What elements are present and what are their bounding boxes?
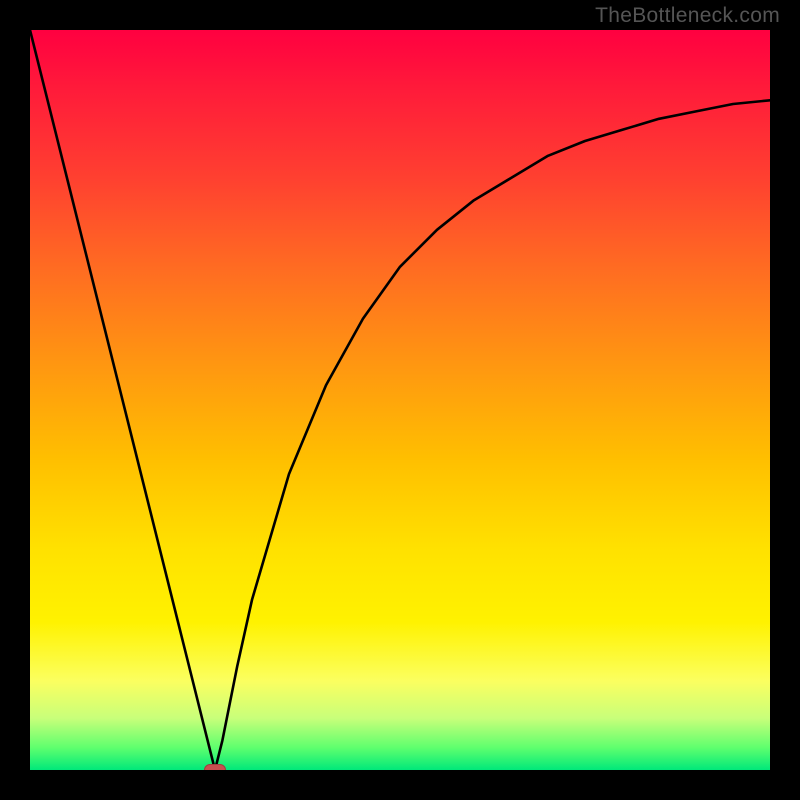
chart-frame: TheBottleneck.com <box>0 0 800 800</box>
plot-area <box>30 30 770 770</box>
bottleneck-curve-path <box>30 30 770 770</box>
min-point-marker <box>204 764 226 770</box>
curve-svg <box>30 30 770 770</box>
watermark-text: TheBottleneck.com <box>595 4 780 28</box>
